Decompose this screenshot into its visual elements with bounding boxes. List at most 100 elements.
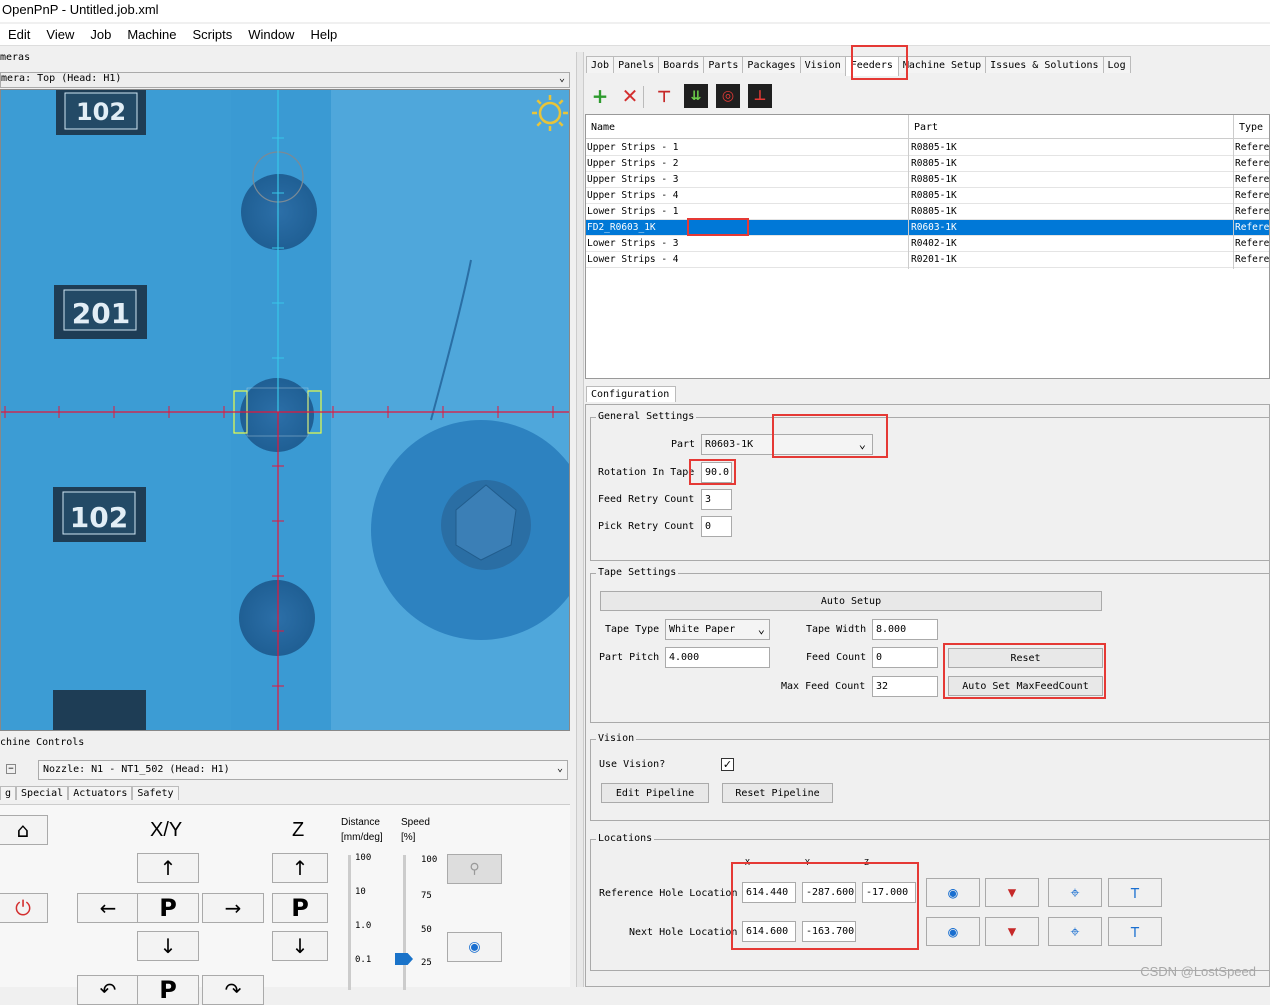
table-row-selected[interactable]: FD2_R0603_1K R0603-1K Refere bbox=[586, 220, 1269, 236]
tab-safety[interactable]: Safety bbox=[132, 786, 179, 800]
distance-slider-track[interactable] bbox=[348, 855, 351, 990]
reference-y-input[interactable]: -287.600 bbox=[802, 882, 856, 903]
column-header-part[interactable]: Part bbox=[909, 115, 1234, 139]
tab-panels[interactable]: Panels bbox=[613, 56, 660, 73]
pane-splitter[interactable] bbox=[576, 52, 584, 987]
ref-move-nozzle-button[interactable]: ⊤ bbox=[1108, 878, 1162, 907]
pick-retry-input[interactable]: 0 bbox=[701, 516, 732, 537]
nozzle-tip-button[interactable]: ⚲ bbox=[447, 854, 502, 884]
table-row[interactable]: Upper Strips - 3 R0805-1K Refere bbox=[586, 172, 1269, 188]
park-xy-button[interactable]: P bbox=[137, 893, 199, 923]
rotate-cw-button[interactable]: ↷ bbox=[202, 975, 264, 1005]
feed-pick-button[interactable]: ⊤ bbox=[652, 84, 676, 108]
jog-x-minus-button[interactable]: ← bbox=[77, 893, 139, 923]
menu-machine[interactable]: Machine bbox=[119, 24, 184, 42]
jog-y-minus-button[interactable]: ↓ bbox=[137, 931, 199, 961]
column-z-label: Z bbox=[864, 858, 869, 867]
camera-to-pick-button[interactable]: ◎ bbox=[716, 84, 740, 108]
camera-position-button[interactable]: ◉ bbox=[447, 932, 502, 962]
feed-count-input[interactable]: 0 bbox=[872, 647, 938, 668]
general-settings-title: General Settings bbox=[596, 411, 697, 422]
feed-retry-input[interactable]: 3 bbox=[701, 489, 732, 510]
table-row[interactable]: Lower Strips - 4 R0201-1K Refere bbox=[586, 252, 1269, 268]
home-button[interactable]: ⌂ bbox=[0, 815, 48, 845]
menu-job[interactable]: Job bbox=[82, 24, 119, 42]
table-row[interactable]: Lower Strips - 1 R0805-1K Refere bbox=[586, 204, 1269, 220]
edit-pipeline-button[interactable]: Edit Pipeline bbox=[601, 783, 709, 803]
part-select[interactable]: R0603-1K ⌄ bbox=[701, 434, 873, 455]
tab-packages[interactable]: Packages bbox=[742, 56, 801, 73]
column-header-type[interactable]: Type bbox=[1234, 115, 1269, 139]
arrow-up-icon: ↑ bbox=[291, 856, 309, 880]
tab-job[interactable]: Job bbox=[586, 56, 615, 73]
next-y-input[interactable]: -163.700 bbox=[802, 921, 856, 942]
camera-view[interactable]: 102 201 102 bbox=[0, 89, 570, 731]
reference-x-input[interactable]: 614.440 bbox=[742, 882, 796, 903]
menu-view[interactable]: View bbox=[38, 24, 82, 42]
menu-edit[interactable]: Edit bbox=[0, 24, 38, 42]
auto-set-max-feed-count-button[interactable]: Auto Set MaxFeedCount bbox=[948, 676, 1103, 696]
next-move-camera-button[interactable]: ⌖ bbox=[1048, 917, 1102, 946]
speed-slider-thumb[interactable] bbox=[395, 953, 413, 965]
use-vision-checkbox[interactable]: ✓ bbox=[721, 758, 734, 771]
tab-feeders[interactable]: Feeders bbox=[844, 56, 899, 76]
tab-machine-setup[interactable]: Machine Setup bbox=[897, 56, 987, 73]
tab-special[interactable]: Special bbox=[16, 786, 69, 800]
tape-width-input[interactable]: 8.000 bbox=[872, 619, 938, 640]
collapse-icon[interactable]: − bbox=[6, 764, 16, 774]
tab-vision[interactable]: Vision bbox=[799, 56, 846, 73]
rotation-input[interactable]: 90.0 bbox=[701, 462, 732, 483]
next-move-nozzle-button[interactable]: ⊤ bbox=[1108, 917, 1162, 946]
speed-slider-track[interactable] bbox=[403, 855, 406, 990]
table-row[interactable]: Upper Strips - 1 R0805-1K Refere bbox=[586, 140, 1270, 156]
power-icon: ⏻ bbox=[15, 896, 31, 920]
camera-select[interactable]: mera: Top (Head: H1) ⌄ bbox=[0, 72, 570, 88]
menu-scripts[interactable]: Scripts bbox=[184, 24, 240, 42]
auto-setup-button[interactable]: Auto Setup bbox=[600, 591, 1102, 611]
move-to-feeder-button[interactable]: ⇊ bbox=[684, 84, 708, 108]
tab-boards[interactable]: Boards bbox=[658, 56, 705, 73]
ref-move-camera-button[interactable]: ⌖ bbox=[1048, 878, 1102, 907]
max-feed-count-input[interactable]: 32 bbox=[872, 676, 938, 697]
delete-feeder-button[interactable]: ✕ bbox=[618, 84, 642, 108]
tab-issues-solutions[interactable]: Issues & Solutions bbox=[985, 56, 1104, 73]
jog-z-plus-button[interactable]: ↑ bbox=[272, 853, 328, 883]
part-pitch-input[interactable]: 4.000 bbox=[665, 647, 770, 668]
ref-capture-camera-button[interactable]: ◉ bbox=[926, 878, 980, 907]
menu-window[interactable]: Window bbox=[240, 24, 302, 42]
table-row[interactable]: Upper Strips - 4 R0805-1K Refere bbox=[586, 188, 1269, 204]
sprocket-hole bbox=[239, 580, 315, 656]
ref-capture-nozzle-button[interactable]: ▼ bbox=[985, 878, 1039, 907]
nozzle-select[interactable]: Nozzle: N1 - NT1_502 (Head: H1) ⌄ bbox=[38, 760, 568, 780]
reset-pipeline-button[interactable]: Reset Pipeline bbox=[722, 783, 833, 803]
menu-help[interactable]: Help bbox=[302, 24, 345, 42]
add-feeder-button[interactable]: + bbox=[588, 84, 612, 108]
rotate-ccw-button[interactable]: ↶ bbox=[77, 975, 139, 1005]
reference-z-input[interactable]: -17.000 bbox=[862, 882, 916, 903]
jog-z-minus-button[interactable]: ↓ bbox=[272, 931, 328, 961]
cell-type: Refere bbox=[1235, 142, 1270, 153]
park-z-button[interactable]: P bbox=[272, 893, 328, 923]
next-capture-nozzle-button[interactable]: ▼ bbox=[985, 917, 1039, 946]
reset-button[interactable]: Reset bbox=[948, 648, 1103, 668]
column-header-name[interactable]: Name bbox=[586, 115, 909, 139]
tab-configuration[interactable]: Configuration bbox=[586, 386, 676, 402]
table-row[interactable]: Lower Strips - 3 R0402-1K Refere bbox=[586, 236, 1269, 252]
table-row[interactable]: Upper Strips - 2 R0805-1K Refere bbox=[586, 156, 1269, 172]
jog-y-plus-button[interactable]: ↑ bbox=[137, 853, 199, 883]
cameras-header: meras bbox=[0, 52, 31, 63]
tab-actuators[interactable]: Actuators bbox=[68, 786, 133, 800]
distance-label: Distance bbox=[341, 817, 380, 828]
next-x-input[interactable]: 614.600 bbox=[742, 921, 796, 942]
park-rotation-button[interactable]: P bbox=[137, 975, 199, 1005]
tape-type-select[interactable]: White Paper ⌄ bbox=[665, 619, 770, 640]
tab-jog[interactable]: g bbox=[0, 786, 17, 800]
sprocket-hole bbox=[241, 174, 317, 250]
jog-x-plus-button[interactable]: → bbox=[202, 893, 264, 923]
nozzle-to-pick-button[interactable]: ⊥ bbox=[748, 84, 772, 108]
tab-parts[interactable]: Parts bbox=[703, 56, 744, 73]
tab-log[interactable]: Log bbox=[1102, 56, 1131, 73]
power-button[interactable]: ⏻ bbox=[0, 893, 48, 923]
nozzle-pick-icon: ⊤ bbox=[656, 86, 672, 106]
next-capture-camera-button[interactable]: ◉ bbox=[926, 917, 980, 946]
